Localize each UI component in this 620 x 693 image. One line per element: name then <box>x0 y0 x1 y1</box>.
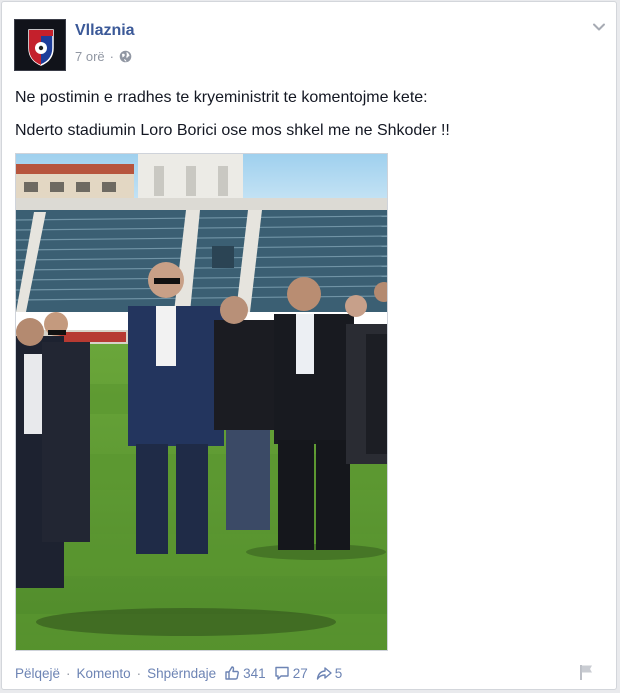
comments-count-stat[interactable]: 27 <box>274 665 308 681</box>
share-arrow-icon <box>316 667 332 680</box>
share-link[interactable]: Shpërndaje <box>147 666 216 681</box>
shares-count-stat[interactable]: 5 <box>316 665 343 681</box>
likes-count: 341 <box>243 665 266 681</box>
stadium-photo-image <box>16 154 387 650</box>
flag-icon[interactable] <box>578 663 596 681</box>
post-action-bar: Pëlqejë · Komento · Shpërndaje 341 27 5 <box>15 665 342 681</box>
post-text-line-2: Nderto stadiumin Loro Borici ose mos shk… <box>15 122 450 139</box>
post-text-line-1: Ne postimin e rradhes te kryeministrit t… <box>15 89 428 106</box>
post-card: Vllaznia 7 orë · Ne postimin e rradhes t… <box>1 1 617 690</box>
post-meta: 7 orë · <box>75 49 132 64</box>
post-photo[interactable] <box>15 153 388 651</box>
action-separator: · <box>66 665 71 681</box>
thumbs-up-icon <box>225 666 240 680</box>
page-name-link[interactable]: Vllaznia <box>75 22 135 40</box>
likes-count-stat[interactable]: 341 <box>224 665 266 681</box>
globe-icon[interactable] <box>119 50 132 63</box>
meta-separator: · <box>109 49 114 64</box>
shares-count: 5 <box>334 665 343 681</box>
comments-count: 27 <box>292 665 308 681</box>
like-link[interactable]: Pëlqejë <box>15 666 60 681</box>
action-separator: · <box>136 665 142 681</box>
comment-link[interactable]: Komento <box>77 666 131 681</box>
post-timestamp[interactable]: 7 orë <box>75 49 105 64</box>
page-avatar[interactable] <box>14 19 66 71</box>
comment-bubble-icon <box>274 666 289 680</box>
club-crest-icon <box>15 20 65 70</box>
chevron-down-icon[interactable] <box>590 18 608 36</box>
